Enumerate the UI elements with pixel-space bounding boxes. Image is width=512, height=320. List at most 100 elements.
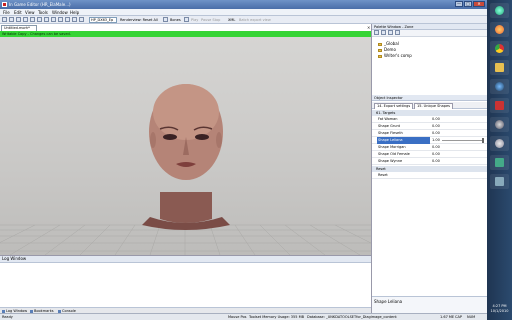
tree-item-label: Writer's comp xyxy=(384,53,412,58)
prop-row-selected[interactable]: Shape Leliana 1.00 xyxy=(372,137,488,144)
chrome-icon[interactable] xyxy=(490,41,509,56)
cut-icon[interactable] xyxy=(23,17,28,22)
start-orb-icon[interactable] xyxy=(490,3,509,18)
window-controls: — □ ✕ xyxy=(455,1,485,7)
bones-label[interactable]: Bones xyxy=(170,18,181,22)
prop-value[interactable]: 1.00 xyxy=(432,137,440,144)
prop-value[interactable]: 0.00 xyxy=(432,116,440,123)
minimize-button[interactable]: — xyxy=(455,1,463,7)
app-glyph xyxy=(495,177,504,186)
value-slider-thumb[interactable] xyxy=(482,138,484,143)
prop-row[interactable]: Shape Wynne 0.00 xyxy=(372,158,488,165)
explorer-glyph xyxy=(495,63,504,72)
settings-icon[interactable] xyxy=(490,136,509,151)
menu-view[interactable]: View xyxy=(25,10,35,15)
renderview-button[interactable]: Renderview: Reset All xyxy=(120,18,158,22)
prop-value[interactable]: 0.00 xyxy=(432,158,440,165)
xml-label[interactable]: XML xyxy=(228,18,235,22)
tree-item-label: _Global xyxy=(384,41,399,46)
tree-item-demo[interactable]: Demo xyxy=(378,47,396,52)
tab-unique-shapes[interactable]: 15. Unique Shapes xyxy=(414,103,453,109)
app-icon[interactable] xyxy=(490,174,509,189)
play-icon[interactable] xyxy=(184,17,189,22)
viewport-scene xyxy=(0,84,371,255)
preset-select[interactable]: HP_DX63_Ep xyxy=(89,17,117,23)
pause-stop-button[interactable]: Pause Stop xyxy=(201,18,220,22)
prop-row[interactable]: Shape Morrigan 0.00 xyxy=(372,144,488,151)
prop-name: Shape Morrigan xyxy=(378,145,406,149)
prop-row[interactable]: Fat Woman 0.00 xyxy=(372,116,488,123)
explorer-icon[interactable] xyxy=(490,60,509,75)
media-player-icon[interactable] xyxy=(490,79,509,94)
debug-icon[interactable] xyxy=(79,17,84,22)
open-icon[interactable] xyxy=(9,17,14,22)
tray-clock[interactable]: 4:27 PM xyxy=(487,304,512,308)
redo-icon[interactable] xyxy=(51,17,56,22)
media-player-glyph xyxy=(495,82,504,91)
shield-icon[interactable] xyxy=(490,155,509,170)
menu-edit[interactable]: Edit xyxy=(14,10,22,15)
batch-export-button[interactable]: Batch export view xyxy=(239,18,271,22)
build-icon[interactable] xyxy=(65,17,70,22)
palette-search-icon[interactable] xyxy=(395,30,400,35)
save-icon[interactable] xyxy=(16,17,21,22)
menu-file[interactable]: File xyxy=(3,10,10,15)
find-icon[interactable] xyxy=(58,17,63,22)
maximize-button[interactable]: □ xyxy=(464,1,472,7)
palette-toolbar xyxy=(372,30,488,37)
prop-name: Reset xyxy=(378,173,388,177)
palette-filter-icon[interactable] xyxy=(381,30,386,35)
window-title: In Game Editor (HR_ElaMale...) xyxy=(9,2,71,7)
copy-icon[interactable] xyxy=(30,17,35,22)
prop-value[interactable]: 0.00 xyxy=(432,151,440,158)
menu-window[interactable]: Window xyxy=(52,10,68,15)
tray-date[interactable]: 10/1/2010 xyxy=(487,309,512,313)
steam-glyph xyxy=(495,120,504,129)
undo-icon[interactable] xyxy=(44,17,49,22)
chrome-glyph xyxy=(495,44,504,53)
prop-value[interactable]: 0.00 xyxy=(432,130,440,137)
firefox-icon[interactable] xyxy=(490,22,509,37)
run-icon[interactable] xyxy=(72,17,77,22)
play-button[interactable]: Play xyxy=(191,18,198,22)
prop-name: Shape Leliana xyxy=(378,138,403,142)
log-window-title: Log Window xyxy=(0,256,371,263)
document-pane: Untitled.morh* ✕ Writable Copy - Changes… xyxy=(0,24,371,255)
tab-export-settings[interactable]: 14. Export settings xyxy=(374,103,414,109)
palette-refresh-icon[interactable] xyxy=(388,30,393,35)
prop-value[interactable]: 0.00 xyxy=(432,123,440,130)
doc-close-icon[interactable]: ✕ xyxy=(367,25,370,30)
prop-value[interactable]: 0.00 xyxy=(432,144,440,151)
render-viewport[interactable] xyxy=(0,37,371,255)
steam-icon[interactable] xyxy=(490,117,509,132)
toolset-icon[interactable] xyxy=(490,98,509,113)
toolbar: HP_DX63_Ep Renderview: Reset All Bones P… xyxy=(0,16,487,24)
new-icon[interactable] xyxy=(2,17,7,22)
menu-tools[interactable]: Tools xyxy=(38,10,48,15)
toolset-glyph xyxy=(495,101,504,110)
prop-row[interactable]: Shape Old Female 0.00 xyxy=(372,151,488,158)
head-model xyxy=(142,84,230,230)
prop-name: Shape Wynne xyxy=(378,159,403,163)
folder-icon xyxy=(378,54,382,58)
paste-icon[interactable] xyxy=(37,17,42,22)
inspector-tabs: 14. Export settings 15. Unique Shapes xyxy=(372,102,488,109)
close-button[interactable]: ✕ xyxy=(473,1,485,7)
menu-help[interactable]: Help xyxy=(70,10,79,15)
prop-row-reset[interactable]: Reset xyxy=(372,172,488,179)
tree-item-global[interactable]: _Global xyxy=(378,41,399,46)
os-taskbar: 4:27 PM 10/1/2010 xyxy=(487,0,512,320)
tree-item-writers-comp[interactable]: Writer's comp xyxy=(378,53,412,58)
status-ready: Ready xyxy=(2,315,13,319)
right-pane: Palette Window - Zone _Global Demo Write… xyxy=(371,24,488,313)
prop-row[interactable]: Shape Fleseth 0.00 xyxy=(372,130,488,137)
status-database: Database: _UNKDATOOLSETfor_Diagimage_con… xyxy=(307,315,397,319)
prop-row[interactable]: Shape Grunt 0.00 xyxy=(372,123,488,130)
start-orb-glyph xyxy=(495,6,504,15)
tree-item-label: Demo xyxy=(384,47,396,52)
status-mouse-pos: Mouse Pos xyxy=(228,315,247,319)
bones-icon[interactable] xyxy=(163,17,168,22)
palette-add-icon[interactable] xyxy=(374,30,379,35)
shield-glyph xyxy=(495,158,504,167)
value-slider-track[interactable] xyxy=(442,140,484,141)
